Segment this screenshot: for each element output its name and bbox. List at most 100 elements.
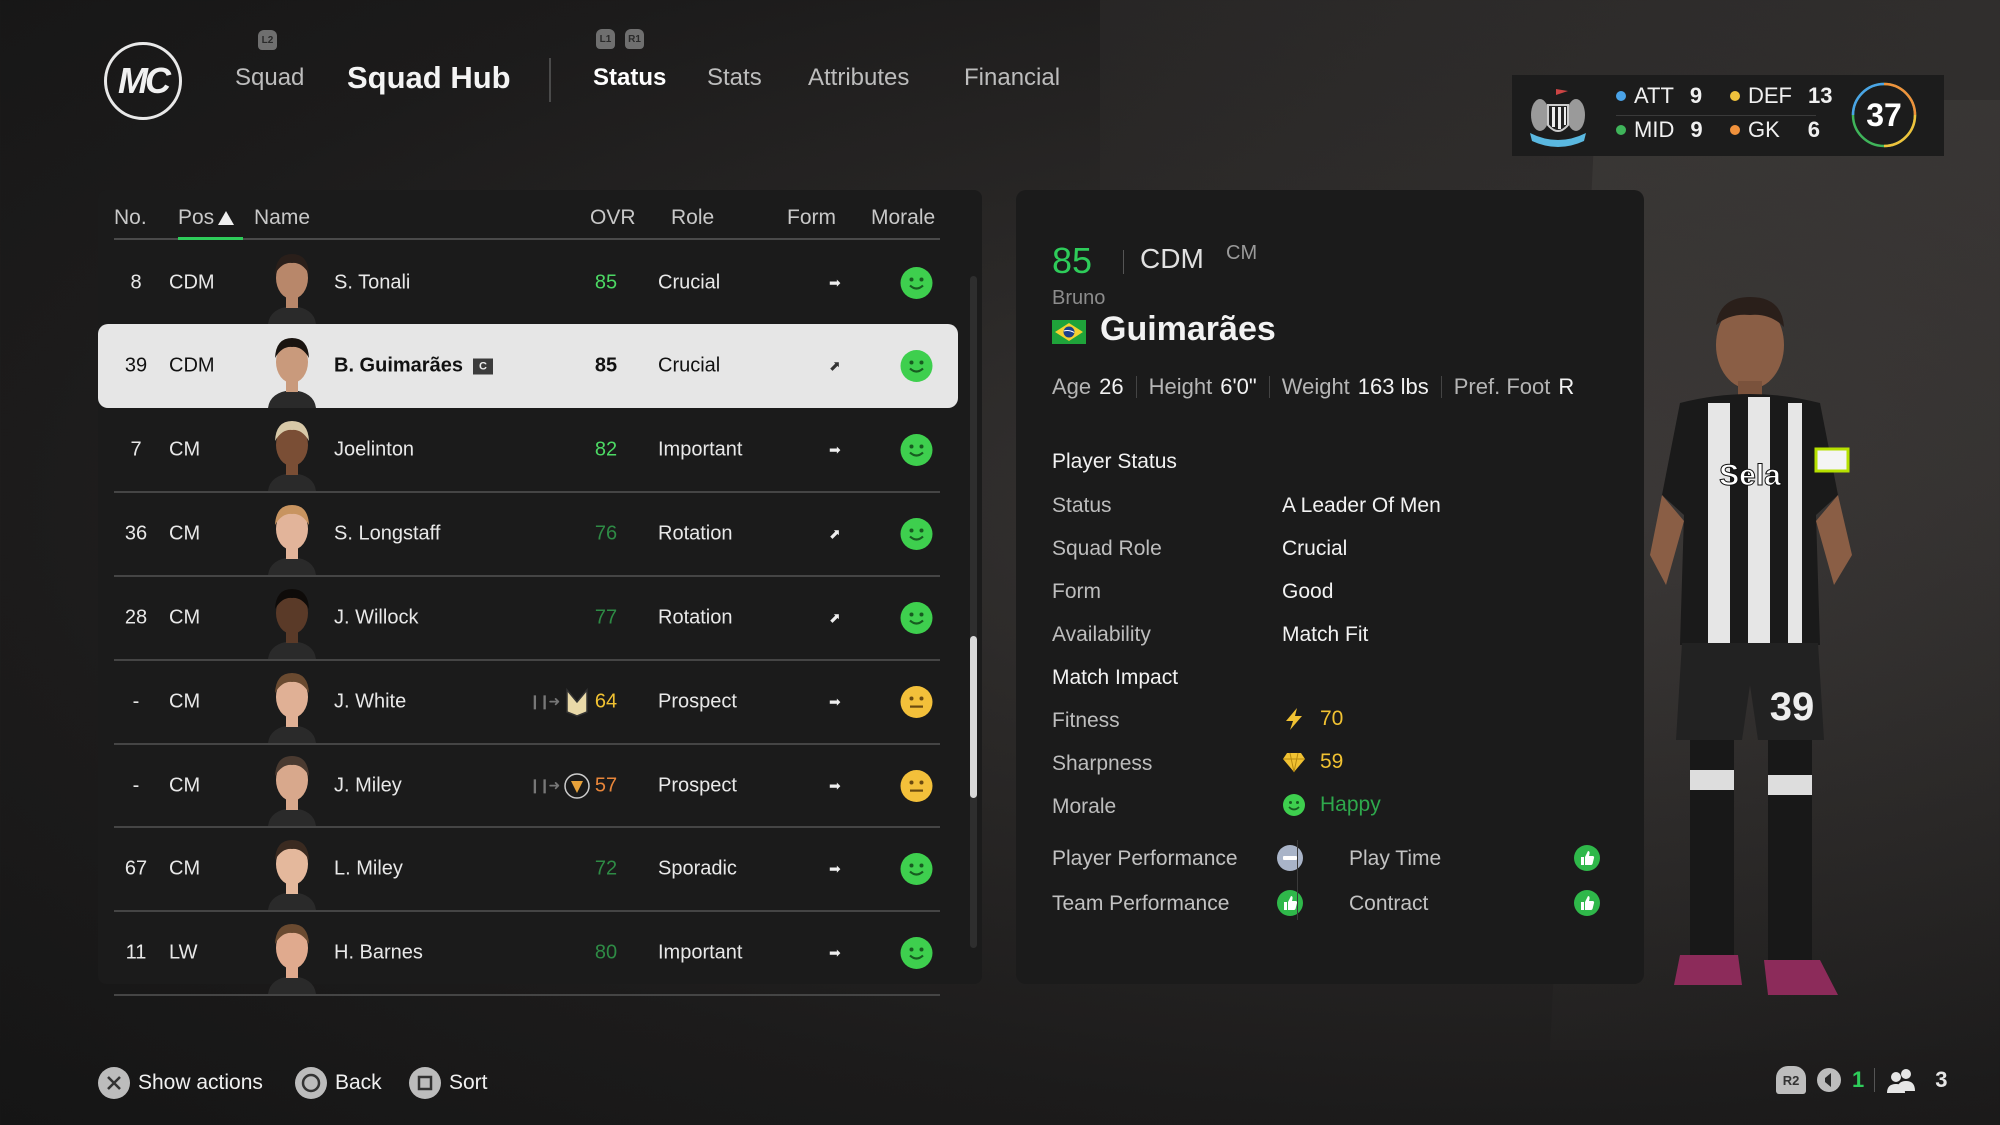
table-row[interactable]: - CM J. Miley ❙❙➜ 57 Prospect ➡ — [114, 745, 940, 829]
morale-neutral-icon — [900, 769, 933, 802]
notification-icon[interactable] — [1816, 1067, 1842, 1093]
thumbs-up-icon — [1277, 890, 1303, 916]
player-ovr: 80 — [594, 941, 618, 964]
notification-count: 1 — [1852, 1067, 1865, 1092]
sort-indicator — [178, 237, 243, 240]
tab-attributes[interactable]: Attributes — [808, 64, 909, 92]
att-value: 9 — [1689, 83, 1703, 108]
player-ovr: 82 — [594, 438, 618, 461]
squad-role-label: Squad Role — [1052, 537, 1162, 560]
player-position: CM — [169, 522, 201, 545]
player-portrait — [262, 413, 322, 492]
table-row[interactable]: 28 CM J. Willock 77 Rotation ⬈ — [114, 577, 940, 661]
header-pos[interactable]: Pos — [178, 206, 235, 230]
age-label: Age — [1052, 374, 1092, 399]
bio-divider — [1440, 376, 1442, 398]
career-mode-logo: MC — [104, 42, 182, 120]
loan-arrow-icon: ❙❙➜ — [529, 777, 560, 794]
l2-button-hint: L2 — [258, 30, 277, 50]
player-3d-model: Sela 39 — [1650, 297, 1852, 995]
table-row[interactable]: 11 LW H. Barnes 80 Important ➡ — [114, 912, 940, 996]
header-ovr[interactable]: OVR — [590, 206, 636, 230]
tab-stats[interactable]: Stats — [707, 64, 762, 92]
play-time-label: Play Time — [1349, 847, 1442, 870]
gk-label: GK — [1748, 117, 1780, 142]
player-number: - — [132, 774, 140, 797]
player-role: Crucial — [658, 271, 721, 294]
mid-label: MID — [1634, 117, 1675, 142]
table-row[interactable]: - CM J. White ❙❙➜ 64 Prospect ➡ — [114, 661, 940, 745]
header-no[interactable]: No. — [114, 206, 147, 230]
player-last-name: Guimarães — [1100, 310, 1276, 348]
status-value: A Leader Of Men — [1282, 494, 1441, 517]
player-position: CM — [169, 606, 201, 629]
table-row[interactable]: 39 CDM B. Guimarães C 85 Crucial ⬈ — [98, 323, 958, 408]
table-scrollbar-thumb[interactable] — [970, 636, 977, 798]
friends-icon[interactable] — [1885, 1067, 1917, 1093]
player-detail-panel: 85 CDM CM Bruno Guimarães Age 26 Height 6'… — [1016, 190, 1644, 984]
bio-divider — [1135, 376, 1137, 398]
player-name-text: J. White — [334, 690, 407, 713]
player-role: Sporadic — [658, 857, 737, 880]
header-name[interactable]: Name — [254, 206, 310, 230]
form-steady-icon: ➡ — [829, 274, 841, 291]
table-row[interactable]: 7 CM Joelinton 82 Important ➡ — [114, 410, 940, 494]
header-morale[interactable]: Morale — [871, 206, 935, 230]
availability-value: Match Fit — [1282, 623, 1369, 646]
fitness-label: Fitness — [1052, 709, 1120, 732]
status-label: Status — [1052, 494, 1112, 517]
form-steady-icon: ➡ — [829, 777, 841, 794]
club-stat-divider — [1616, 115, 1816, 116]
form-improving-icon: ⬈ — [829, 525, 841, 542]
foot-value: R — [1558, 374, 1575, 399]
fitness-value: 70 — [1282, 707, 1343, 731]
form-steady-icon: ➡ — [829, 693, 841, 710]
table-row[interactable]: 36 CM S. Longstaff 76 Rotation ⬈ — [114, 493, 940, 577]
player-portrait — [262, 916, 322, 994]
back-hint[interactable]: Back — [295, 1067, 382, 1099]
show-actions-hint[interactable]: Show actions — [98, 1067, 263, 1099]
player-name-text: B. Guimarães — [334, 354, 463, 377]
shorts-number: 39 — [1770, 685, 1815, 729]
table-row[interactable]: 8 CDM S. Tonali 85 Crucial ➡ — [114, 242, 940, 326]
tab-status[interactable]: Status — [593, 64, 666, 92]
player-role: Prospect — [658, 690, 737, 713]
contract-label: Contract — [1349, 892, 1429, 915]
circle-button-icon — [295, 1067, 327, 1099]
player-status-title: Player Status — [1052, 450, 1177, 473]
player-role: Important — [658, 438, 743, 461]
player-portrait — [262, 665, 322, 743]
shirt-sponsor: Sela — [1719, 459, 1781, 492]
sharpness-label: Sharpness — [1052, 752, 1153, 775]
player-role: Rotation — [658, 606, 733, 629]
player-name-text: J. Miley — [334, 774, 402, 797]
header-form[interactable]: Form — [787, 206, 836, 230]
gk-value: 6 — [1807, 117, 1821, 142]
status-divider — [1874, 1068, 1876, 1092]
player-role: Prospect — [658, 774, 737, 797]
loan-indicator: ❙❙➜ — [529, 687, 590, 717]
back-label: Back — [335, 1071, 382, 1094]
player-number: 28 — [124, 606, 148, 629]
nav-squad[interactable]: Squad — [235, 64, 304, 92]
weight-value: 163 lbs — [1357, 374, 1429, 399]
player-ovr: 72 — [594, 857, 618, 880]
l1-button-hint: L1 — [596, 29, 615, 49]
table-scrollbar[interactable] — [970, 276, 977, 948]
morale-happy-icon — [900, 518, 933, 551]
player-number: - — [132, 690, 140, 713]
match-impact-title: Match Impact — [1052, 666, 1179, 689]
gk-dot — [1730, 125, 1740, 135]
cross-button-icon — [98, 1067, 130, 1099]
tab-financial[interactable]: Financial — [964, 64, 1060, 92]
happy-face-icon — [1283, 794, 1305, 816]
player-name: S. Longstaff — [334, 523, 440, 546]
sort-ascending-icon — [218, 211, 235, 225]
logo-text: MC — [118, 60, 171, 101]
sort-hint[interactable]: Sort — [409, 1067, 488, 1099]
factors-divider — [1297, 840, 1298, 920]
thumbs-up-icon — [1574, 845, 1600, 871]
table-row[interactable]: 67 CM L. Miley 72 Sporadic ➡ — [114, 829, 940, 913]
header-role[interactable]: Role — [671, 206, 714, 230]
player-position: CM — [169, 857, 201, 880]
